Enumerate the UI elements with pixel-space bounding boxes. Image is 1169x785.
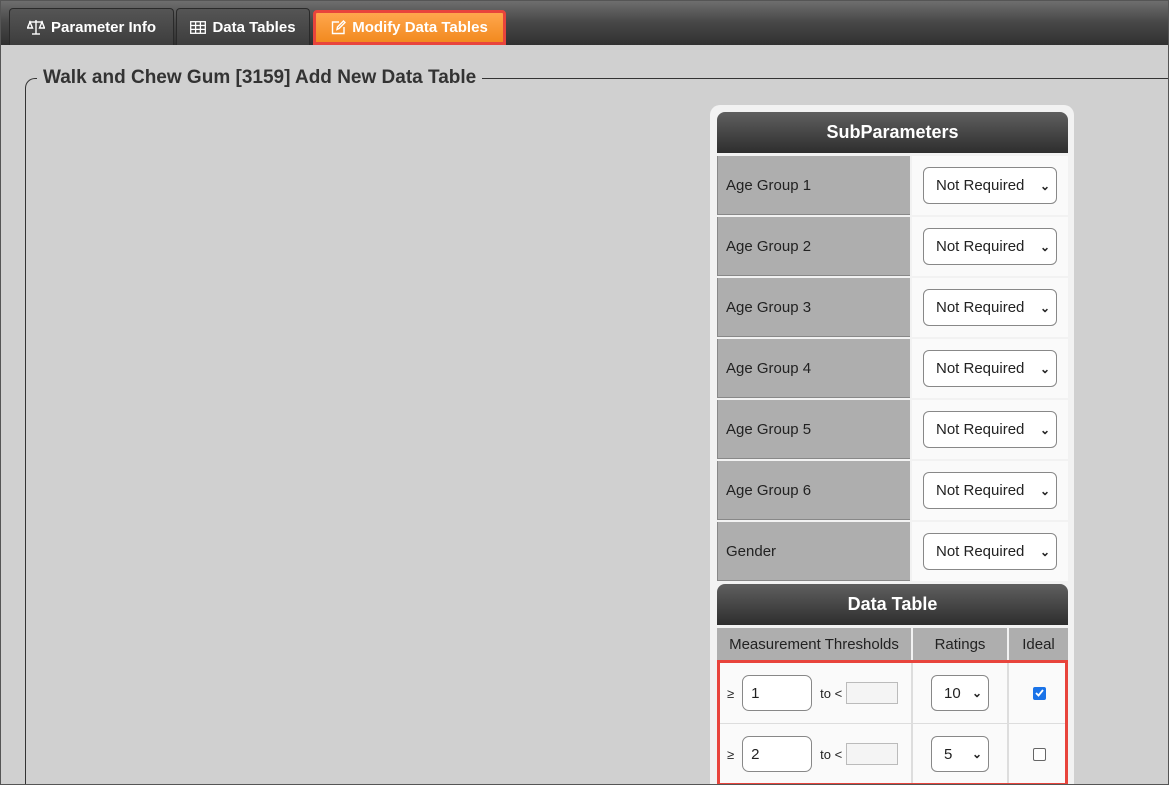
age-group-6-select[interactable]: Not Required ⌄: [923, 472, 1057, 509]
subparameter-row: Age Group 5 Not Required ⌄: [717, 400, 1068, 459]
select-value: Not Required: [936, 238, 1025, 255]
subparameter-row: Age Group 3 Not Required ⌄: [717, 278, 1068, 337]
input-value: 2: [751, 745, 760, 763]
age-group-3-select[interactable]: Not Required ⌄: [923, 289, 1057, 326]
table-row: ≥ 1 to < 10 ⌄: [717, 663, 1068, 723]
age-group-5-select[interactable]: Not Required ⌄: [923, 411, 1057, 448]
row-divider: [717, 723, 1068, 724]
app-window: Parameter Info Data Tables Modify Data T…: [0, 0, 1169, 785]
tab-label: Modify Data Tables: [352, 19, 488, 36]
chevron-down-icon: ⌄: [1039, 361, 1050, 376]
select-value: Not Required: [936, 360, 1025, 377]
chevron-down-icon: ⌄: [1039, 300, 1050, 315]
tab-parameter-info[interactable]: Parameter Info: [9, 8, 174, 45]
subparameter-cell: Not Required ⌄: [912, 217, 1068, 276]
subparameter-label: Age Group 2: [717, 217, 910, 276]
threshold-to-input[interactable]: [846, 682, 899, 704]
chevron-down-icon: ⌄: [1039, 544, 1050, 559]
subparameter-row: Age Group 1 Not Required ⌄: [717, 156, 1068, 215]
rating-cell: 5 ⌄: [931, 724, 1025, 784]
subparameter-label: Age Group 6: [717, 461, 910, 520]
rating-select[interactable]: 5 ⌄: [931, 736, 989, 772]
threshold-to-input[interactable]: [846, 743, 899, 765]
table-icon: [190, 20, 207, 34]
subparameter-label: Age Group 4: [717, 339, 910, 398]
subparameter-label: Age Group 1: [717, 156, 910, 215]
tab-label: Data Tables: [212, 18, 296, 36]
chevron-down-icon: ⌄: [1039, 422, 1050, 437]
column-header-ratings: Ratings: [913, 628, 1007, 660]
threshold-cell: ≥ 2 to <: [717, 724, 911, 784]
page-title: Walk and Chew Gum [3159] Add New Data Ta…: [37, 67, 483, 89]
subparameter-cell: Not Required ⌄: [912, 156, 1068, 215]
age-group-4-select[interactable]: Not Required ⌄: [923, 350, 1057, 387]
ideal-checkbox[interactable]: [1033, 686, 1046, 700]
input-value: 1: [751, 684, 760, 702]
age-group-2-select[interactable]: Not Required ⌄: [923, 228, 1057, 265]
tab-label: Parameter Info: [50, 18, 157, 36]
ideal-cell: [1033, 724, 1046, 784]
ge-symbol: ≥: [727, 685, 735, 701]
subparameter-label: Gender: [717, 522, 910, 581]
ideal-checkbox[interactable]: [1033, 747, 1046, 761]
select-value: Not Required: [936, 543, 1025, 560]
threshold-from-input[interactable]: 2: [742, 736, 813, 772]
threshold-cell: ≥ 1 to <: [717, 663, 911, 723]
chevron-down-icon: ⌄: [1039, 483, 1050, 498]
subparameter-cell: Not Required ⌄: [912, 522, 1068, 581]
chevron-down-icon: ⌄: [971, 686, 982, 700]
select-value: Not Required: [936, 299, 1025, 316]
data-table-header: Data Table: [717, 584, 1068, 625]
edit-icon: [331, 20, 347, 35]
check-icon: [1035, 689, 1044, 697]
subparameter-label: Age Group 5: [717, 400, 910, 459]
select-value: 5: [944, 745, 953, 763]
subparameter-cell: Not Required ⌄: [912, 461, 1068, 520]
table-row: ≥ 2 to < 5 ⌄: [717, 724, 1068, 784]
subparameters-header: SubParameters: [717, 112, 1068, 153]
to-less-than-label: to <: [820, 746, 843, 762]
subparameter-label: Age Group 3: [717, 278, 910, 337]
age-group-1-select[interactable]: Not Required ⌄: [923, 167, 1057, 204]
chevron-down-icon: ⌄: [1039, 239, 1050, 254]
subparameter-row: Gender Not Required ⌄: [717, 522, 1068, 581]
subparameter-row: Age Group 2 Not Required ⌄: [717, 217, 1068, 276]
rating-select[interactable]: 10 ⌄: [931, 675, 989, 711]
column-header-measurement-thresholds: Measurement Thresholds: [717, 628, 911, 660]
column-header-ideal: Ideal: [1009, 628, 1068, 660]
balance-scale-icon: [26, 19, 45, 35]
gender-select[interactable]: Not Required ⌄: [923, 533, 1057, 570]
subparameter-cell: Not Required ⌄: [912, 339, 1068, 398]
ideal-cell: [1033, 663, 1046, 723]
to-less-than-label: to <: [820, 685, 843, 701]
select-value: Not Required: [936, 421, 1025, 438]
subparameter-row: Age Group 4 Not Required ⌄: [717, 339, 1068, 398]
subparameter-cell: Not Required ⌄: [912, 278, 1068, 337]
select-value: Not Required: [936, 177, 1025, 194]
subparameter-cell: Not Required ⌄: [912, 400, 1068, 459]
select-value: Not Required: [936, 482, 1025, 499]
ge-symbol: ≥: [727, 746, 735, 762]
rating-cell: 10 ⌄: [931, 663, 1025, 723]
chevron-down-icon: ⌄: [1039, 178, 1050, 193]
tab-data-tables[interactable]: Data Tables: [176, 8, 310, 45]
threshold-from-input[interactable]: 1: [742, 675, 813, 711]
subparameter-row: Age Group 6 Not Required ⌄: [717, 461, 1068, 520]
chevron-down-icon: ⌄: [971, 747, 982, 761]
tab-modify-data-tables[interactable]: Modify Data Tables: [313, 10, 506, 45]
select-value: 10: [944, 684, 961, 702]
